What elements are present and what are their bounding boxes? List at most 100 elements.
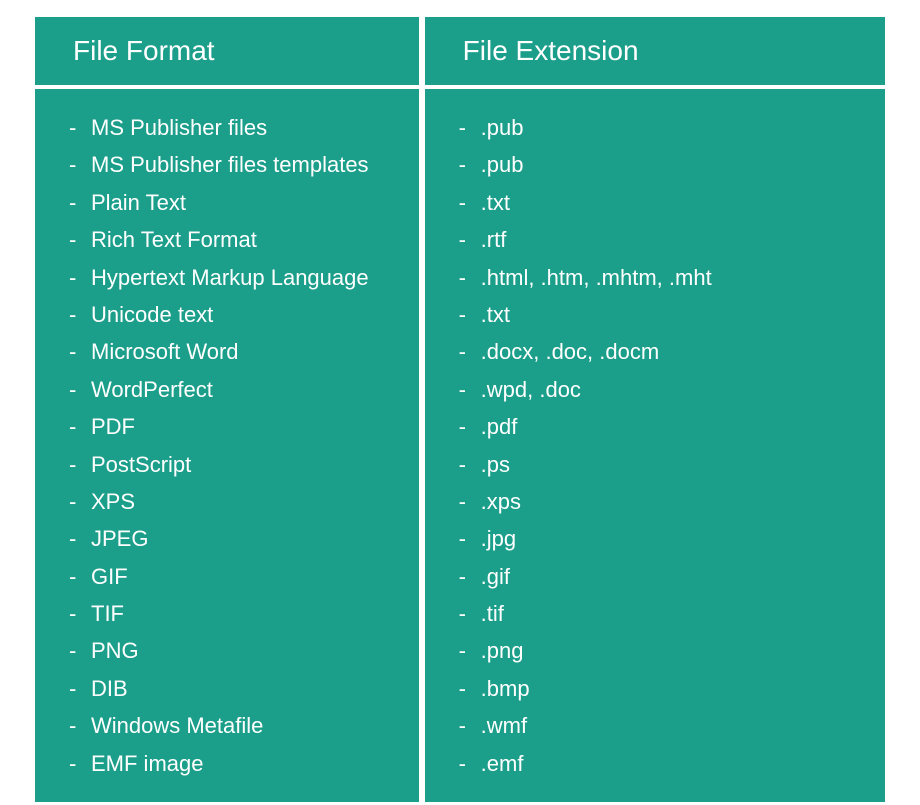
dash-icon: -	[459, 670, 481, 707]
dash-icon: -	[69, 221, 91, 258]
file-format-value: GIF	[91, 558, 128, 595]
list-item: -Plain Text	[69, 184, 409, 221]
file-format-value: TIF	[91, 595, 124, 632]
file-format-value: Hypertext Markup Language	[91, 259, 369, 296]
file-format-list: -MS Publisher files-MS Publisher files t…	[69, 109, 409, 782]
file-format-value: Unicode text	[91, 296, 213, 333]
dash-icon: -	[459, 221, 481, 258]
table-header-row: File Format File Extension	[32, 14, 888, 89]
file-format-value: WordPerfect	[91, 371, 213, 408]
dash-icon: -	[69, 333, 91, 370]
dash-icon: -	[459, 632, 481, 669]
list-item: -PostScript	[69, 446, 409, 483]
header-file-extension: File Extension	[422, 14, 888, 89]
list-item: -.wmf	[459, 707, 875, 744]
file-format-value: MS Publisher files	[91, 109, 267, 146]
dash-icon: -	[69, 520, 91, 557]
dash-icon: -	[459, 259, 481, 296]
dash-icon: -	[69, 259, 91, 296]
list-item: -.emf	[459, 745, 875, 782]
file-extension-value: .png	[481, 632, 524, 669]
file-format-cell: -MS Publisher files-MS Publisher files t…	[32, 89, 422, 805]
file-extension-list: -.pub-.pub-.txt-.rtf-.html, .htm, .mhtm,…	[459, 109, 875, 782]
list-item: -Hypertext Markup Language	[69, 259, 409, 296]
file-extension-value: .gif	[481, 558, 510, 595]
list-item: -PNG	[69, 632, 409, 669]
dash-icon: -	[459, 146, 481, 183]
dash-icon: -	[459, 296, 481, 333]
list-item: -Rich Text Format	[69, 221, 409, 258]
file-format-value: MS Publisher files templates	[91, 146, 369, 183]
header-label: File Format	[73, 35, 215, 66]
file-format-value: Microsoft Word	[91, 333, 239, 370]
file-format-table: File Format File Extension -MS Publisher…	[32, 14, 888, 805]
file-extension-value: .emf	[481, 745, 524, 782]
dash-icon: -	[459, 483, 481, 520]
dash-icon: -	[69, 371, 91, 408]
list-item: -.tif	[459, 595, 875, 632]
file-extension-value: .pub	[481, 146, 524, 183]
dash-icon: -	[459, 745, 481, 782]
file-extension-value: .tif	[481, 595, 504, 632]
list-item: -PDF	[69, 408, 409, 445]
dash-icon: -	[69, 109, 91, 146]
file-extension-value: .pub	[481, 109, 524, 146]
dash-icon: -	[459, 595, 481, 632]
dash-icon: -	[459, 707, 481, 744]
list-item: -.pub	[459, 109, 875, 146]
dash-icon: -	[459, 520, 481, 557]
list-item: -.html, .htm, .mhtm, .mht	[459, 259, 875, 296]
list-item: -.gif	[459, 558, 875, 595]
dash-icon: -	[69, 146, 91, 183]
dash-icon: -	[459, 371, 481, 408]
file-format-value: EMF image	[91, 745, 203, 782]
dash-icon: -	[69, 296, 91, 333]
list-item: -MS Publisher files templates	[69, 146, 409, 183]
file-extension-value: .wpd, .doc	[481, 371, 581, 408]
dash-icon: -	[459, 333, 481, 370]
list-item: -XPS	[69, 483, 409, 520]
dash-icon: -	[69, 184, 91, 221]
list-item: -.pdf	[459, 408, 875, 445]
file-extension-value: .html, .htm, .mhtm, .mht	[481, 259, 712, 296]
file-extension-value: .docx, .doc, .docm	[481, 333, 660, 370]
file-extension-value: .txt	[481, 296, 510, 333]
list-item: -.pub	[459, 146, 875, 183]
dash-icon: -	[69, 446, 91, 483]
dash-icon: -	[69, 595, 91, 632]
file-format-value: JPEG	[91, 520, 148, 557]
table-body-row: -MS Publisher files-MS Publisher files t…	[32, 89, 888, 805]
list-item: -.wpd, .doc	[459, 371, 875, 408]
file-format-value: PNG	[91, 632, 139, 669]
file-format-value: DIB	[91, 670, 128, 707]
list-item: -GIF	[69, 558, 409, 595]
file-format-value: XPS	[91, 483, 135, 520]
list-item: -.txt	[459, 296, 875, 333]
list-item: -.png	[459, 632, 875, 669]
file-format-value: Rich Text Format	[91, 221, 257, 258]
list-item: -.bmp	[459, 670, 875, 707]
file-format-value: PostScript	[91, 446, 191, 483]
header-file-format: File Format	[32, 14, 422, 89]
dash-icon: -	[459, 446, 481, 483]
list-item: -Unicode text	[69, 296, 409, 333]
dash-icon: -	[459, 184, 481, 221]
dash-icon: -	[69, 707, 91, 744]
file-extension-value: .txt	[481, 184, 510, 221]
file-extension-value: .pdf	[481, 408, 518, 445]
file-extension-value: .ps	[481, 446, 510, 483]
list-item: -.jpg	[459, 520, 875, 557]
file-extension-value: .jpg	[481, 520, 516, 557]
list-item: -.txt	[459, 184, 875, 221]
list-item: -JPEG	[69, 520, 409, 557]
dash-icon: -	[459, 408, 481, 445]
list-item: -Microsoft Word	[69, 333, 409, 370]
header-label: File Extension	[463, 35, 639, 66]
file-extension-value: .wmf	[481, 707, 527, 744]
file-extension-value: .bmp	[481, 670, 530, 707]
list-item: -TIF	[69, 595, 409, 632]
file-format-value: Windows Metafile	[91, 707, 263, 744]
dash-icon: -	[69, 558, 91, 595]
dash-icon: -	[69, 408, 91, 445]
dash-icon: -	[69, 670, 91, 707]
